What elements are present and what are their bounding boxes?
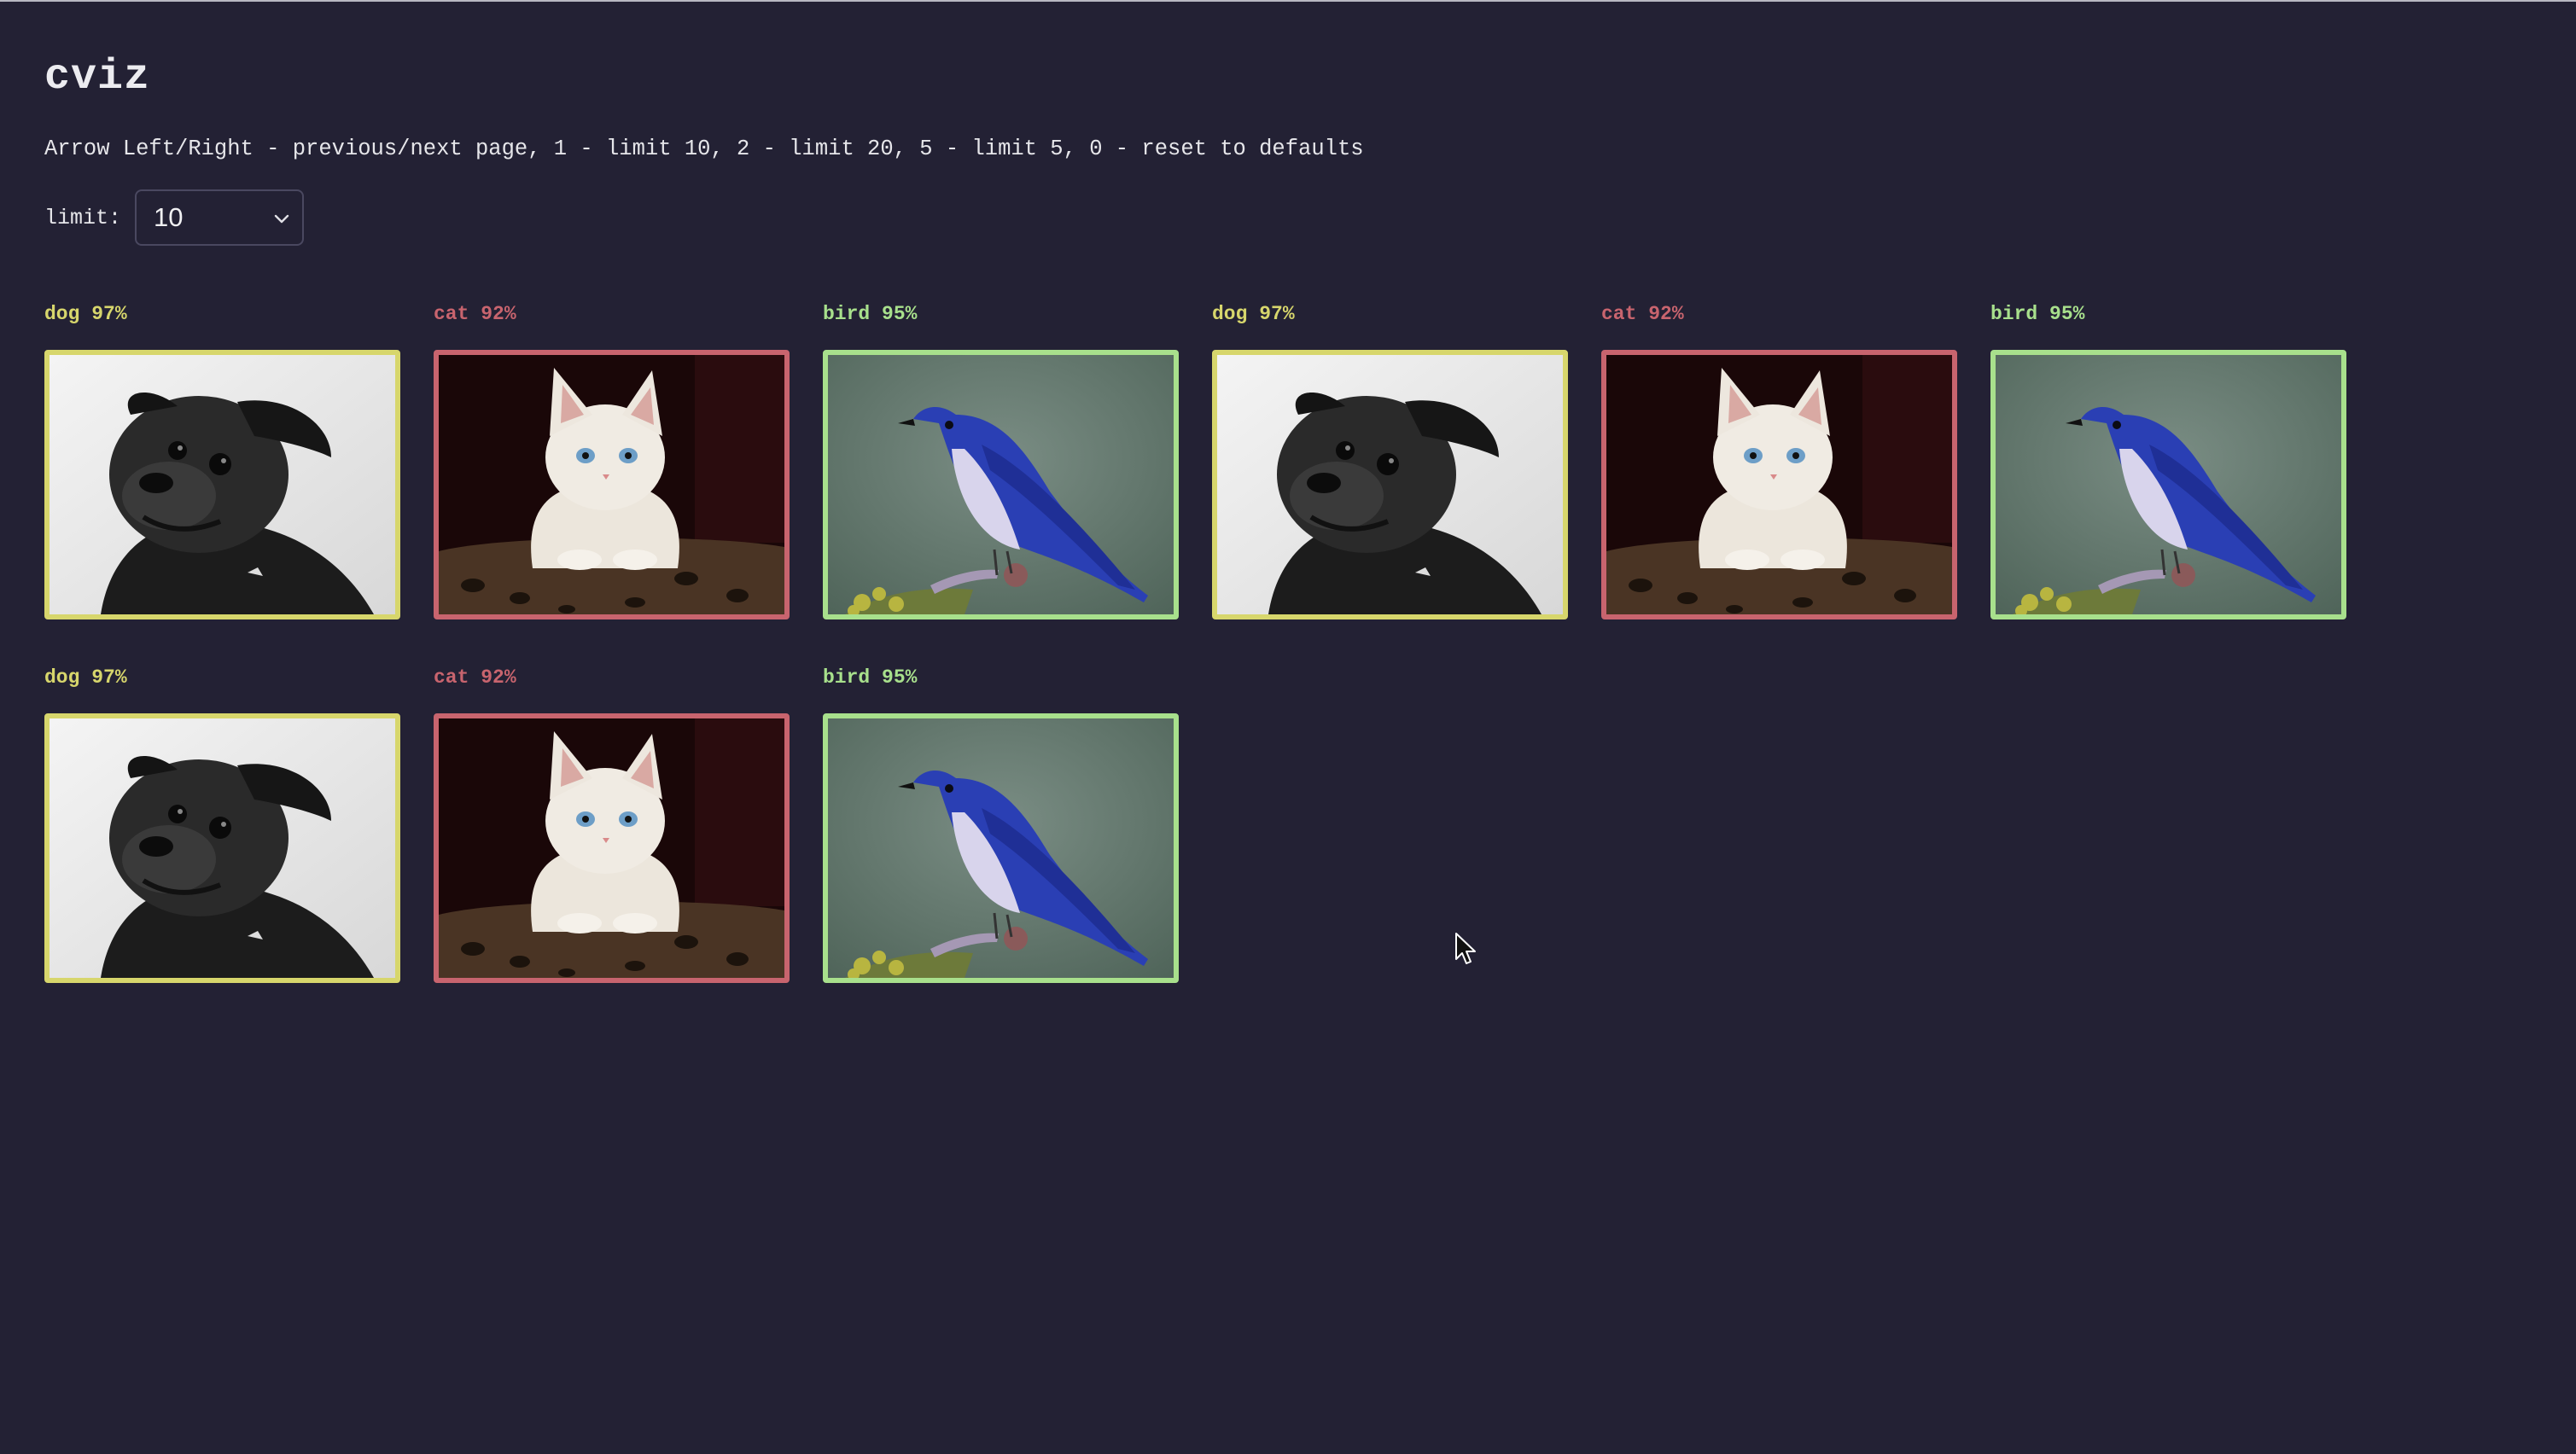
image-card[interactable]: dog 97% [44, 662, 400, 983]
prediction-label: cat 92% [434, 666, 516, 689]
cat-photo-icon [439, 718, 784, 978]
keyboard-help-text: Arrow Left/Right - previous/next page, 1… [44, 137, 1364, 161]
bird-photo-icon [828, 355, 1174, 614]
limit-control: limit: 10 [44, 189, 305, 246]
prediction-label: dog 97% [1212, 303, 1295, 325]
image-card[interactable]: bird 95% [823, 662, 1179, 983]
prediction-label: cat 92% [434, 303, 516, 325]
dog-photo-icon [50, 355, 395, 614]
image-card[interactable]: cat 92% [434, 662, 790, 983]
image-thumbnail[interactable] [1212, 350, 1568, 619]
image-card[interactable]: dog 97% [1212, 299, 1568, 619]
image-card[interactable]: bird 95% [1990, 299, 2346, 619]
bird-photo-icon [1996, 355, 2341, 614]
image-thumbnail[interactable] [44, 350, 400, 619]
mouse-cursor-icon [1455, 933, 1476, 964]
image-thumbnail[interactable] [434, 350, 790, 619]
prediction-label: dog 97% [44, 666, 127, 689]
limit-label: limit: [44, 205, 122, 230]
limit-select[interactable]: 10 [135, 189, 305, 246]
dog-photo-icon [1217, 355, 1563, 614]
image-thumbnail[interactable] [1990, 350, 2346, 619]
image-card[interactable]: dog 97% [44, 299, 400, 619]
dog-photo-icon [50, 718, 395, 978]
cat-photo-icon [1606, 355, 1952, 614]
bird-photo-icon [828, 718, 1174, 978]
image-card[interactable]: bird 95% [823, 299, 1179, 619]
prediction-label: dog 97% [44, 303, 127, 325]
image-thumbnail[interactable] [823, 713, 1179, 983]
image-thumbnail[interactable] [823, 350, 1179, 619]
chevron-down-icon [274, 214, 289, 224]
cat-photo-icon [439, 355, 784, 614]
image-thumbnail[interactable] [1601, 350, 1957, 619]
image-thumbnail[interactable] [44, 713, 400, 983]
image-card[interactable]: cat 92% [434, 299, 790, 619]
image-grid: dog 97% cat 92% bird 95% dog 97% cat 92%… [44, 299, 2346, 983]
prediction-label: cat 92% [1601, 303, 1684, 325]
prediction-label: bird 95% [823, 303, 918, 325]
limit-select-value: 10 [154, 202, 184, 232]
image-thumbnail[interactable] [434, 713, 790, 983]
prediction-label: bird 95% [1990, 303, 2085, 325]
prediction-label: bird 95% [823, 666, 918, 689]
image-card[interactable]: cat 92% [1601, 299, 1957, 619]
page-title: cviz [44, 53, 151, 102]
